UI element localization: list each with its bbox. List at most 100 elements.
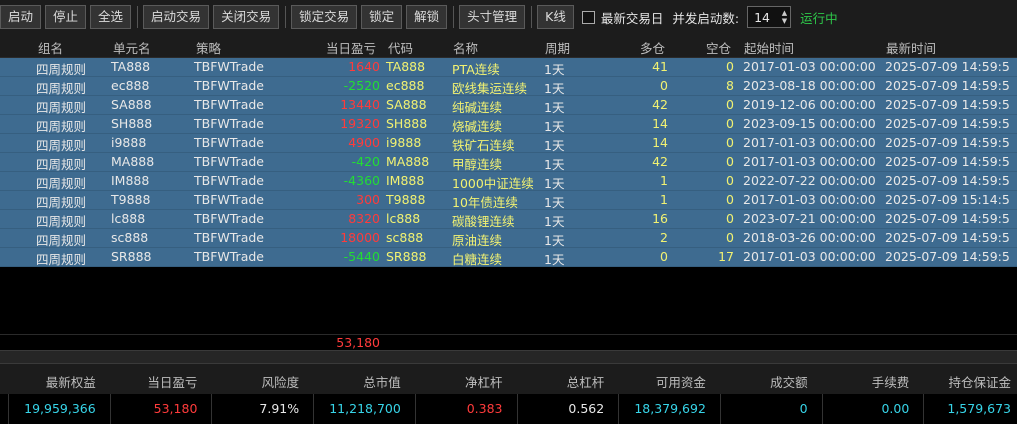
row-pnl: 300 [356,192,380,207]
summary-cell-divider [313,394,315,424]
pane-splitter[interactable] [0,350,1017,364]
row-name: 碳酸锂连续 [452,214,515,229]
row-unit: ec888 [111,78,150,93]
stop-trading-button[interactable]: 关闭交易 [213,5,280,29]
col-unit[interactable]: 单元名 [113,38,151,57]
table-row[interactable]: 四周规则 SA888 TBFWTrade 13440 SA888 纯碱连续 1天 42 0 201… [0,96,1017,115]
row-short: 0 [726,230,734,245]
row-strategy: TBFWTrade [194,173,264,188]
stop-button[interactable]: 停止 [45,5,87,29]
row-short: 0 [726,192,734,207]
row-strategy: TBFWTrade [194,116,264,131]
summary-header: 最新权益 当日盈亏 风险度 总市值 净杠杆 总杠杆 可用资金 成交额 手续费 持仓保证金 [0,364,1017,394]
row-start-time: 2017-01-03 00:00:00 [743,154,876,169]
summary-cell-divider [211,394,213,424]
row-period: 1天 [544,62,565,77]
row-start-time: 2017-01-03 00:00:00 [743,192,876,207]
row-code: SA888 [386,97,427,112]
latest-trade-day-checkbox[interactable] [581,10,595,24]
col-group[interactable]: 组名 [38,38,63,57]
row-last-time: 2025-07-09 14:59:5 [885,135,1010,150]
spin-arrows-icon[interactable]: ▲ ▼ [782,9,787,25]
summary-values: 19,959,366 53,180 7.91% 11,218,700 0.383 0.56… [0,394,1017,424]
run-status: 运行中 [800,10,838,26]
row-pnl: 8320 [348,211,380,226]
row-last-time: 2025-07-09 15:14:5 [885,192,1010,207]
row-group: 四周规则 [36,252,87,267]
row-name: 烧碱连续 [452,119,503,134]
col-strategy[interactable]: 策略 [196,38,221,57]
row-code: SR888 [386,249,427,264]
row-long: 0 [660,78,668,93]
table-row[interactable]: 四周规则 ec888 TBFWTrade -2520 ec888 欧线集运连续 1天 0 8 20… [0,77,1017,96]
row-strategy: TBFWTrade [194,249,264,264]
row-short: 8 [726,78,734,93]
col-long[interactable]: 多仓 [640,38,665,57]
col-pnl[interactable]: 当日盈亏 [326,38,376,57]
row-unit: sc888 [111,230,149,245]
summary-label-net-leverage: 净杠杆 [464,375,503,390]
col-short[interactable]: 空仓 [706,38,731,57]
start-button[interactable]: 启动 [0,5,42,29]
lock-button[interactable]: 锁定 [361,5,403,29]
row-long: 16 [652,211,668,226]
summary-cell-divider [8,394,9,424]
row-name: 10年债连续 [452,195,518,210]
row-start-time: 2019-12-06 00:00:00 [743,97,876,112]
table-row[interactable]: 四周规则 T9888 TBFWTrade 300 T9888 10年债连续 1天 1 0 2017… [0,191,1017,210]
concurrency-spinbox[interactable]: 14 ▲ ▼ [747,6,792,28]
toolbar-separator [137,6,139,28]
summary-cell-divider [618,394,620,424]
row-last-time: 2025-07-09 14:59:5 [885,154,1010,169]
row-period: 1天 [544,214,565,229]
table-row[interactable]: 四周规则 lc888 TBFWTrade 8320 lc888 碳酸锂连续 1天 16 0 202… [0,210,1017,229]
row-code: i9888 [386,135,422,150]
table-row[interactable]: 四周规则 SR888 TBFWTrade -5440 SR888 白糖连续 1天 0 17 201… [0,248,1017,267]
position-management-button[interactable]: 头寸管理 [459,5,526,29]
col-start-time[interactable]: 起始时间 [744,38,794,57]
row-pnl: 18000 [340,230,380,245]
summary-value-margin: 1,579,673 [947,401,1011,416]
table-row[interactable]: 四周规则 IM888 TBFWTrade -4360 IM888 1000中证连续 1天 1 0… [0,172,1017,191]
start-trading-button[interactable]: 启动交易 [143,5,210,29]
row-short: 0 [726,59,734,74]
grid-header: 组名 单元名 策略 当日盈亏 代码 名称 周期 多仓 空仓 起始时间 最新时间 [0,34,1017,58]
summary-label-daily-pnl: 当日盈亏 [147,375,198,390]
unlock-button[interactable]: 解锁 [406,5,448,29]
row-name: 原油连续 [452,233,503,248]
col-name[interactable]: 名称 [453,38,478,57]
row-pnl: -4360 [343,173,380,188]
summary-value-available-funds: 18,379,692 [634,401,706,416]
lock-trading-button[interactable]: 锁定交易 [291,5,358,29]
summary-value-turnover: 0 [799,401,808,416]
row-long: 14 [652,135,668,150]
col-code[interactable]: 代码 [388,38,413,57]
table-row[interactable]: 四周规则 TA888 TBFWTrade 1640 TA888 PTA连续 1天 41 0 201… [0,58,1017,77]
strategy-grid: 组名 单元名 策略 当日盈亏 代码 名称 周期 多仓 空仓 起始时间 最新时间 … [0,34,1017,334]
row-start-time: 2017-01-03 00:00:00 [743,249,876,264]
row-code: MA888 [386,154,430,169]
row-long: 42 [652,154,668,169]
col-last-time[interactable]: 最新时间 [886,38,936,57]
table-row[interactable]: 四周规则 i9888 TBFWTrade 4900 i9888 铁矿石连续 1天 14 0 201… [0,134,1017,153]
select-all-button[interactable]: 全选 [90,5,132,29]
table-row[interactable]: 四周规则 sc888 TBFWTrade 18000 sc888 原油连续 1天 2 0 2018… [0,229,1017,248]
row-group: 四周规则 [36,81,87,96]
table-row[interactable]: 四周规则 SH888 TBFWTrade 19320 SH888 烧碱连续 1天 14 0 202… [0,115,1017,134]
summary-label-available-funds: 可用资金 [655,375,706,390]
row-unit: SH888 [111,116,153,131]
summary-value-total-leverage: 0.562 [568,401,605,416]
table-row[interactable]: 四周规则 MA888 TBFWTrade -420 MA888 甲醇连续 1天 42 0 2017… [0,153,1017,172]
summary-label-latest-equity: 最新权益 [45,375,96,390]
row-code: lc888 [386,211,421,226]
kline-button[interactable]: K线 [537,5,574,29]
row-unit: T9888 [111,192,151,207]
row-name: 纯碱连续 [452,100,503,115]
row-last-time: 2025-07-09 14:59:5 [885,249,1010,264]
row-group: 四周规则 [36,138,87,153]
summary-value-daily-pnl: 53,180 [153,401,198,416]
col-period[interactable]: 周期 [545,38,570,57]
row-strategy: TBFWTrade [194,97,264,112]
row-strategy: TBFWTrade [194,154,264,169]
row-last-time: 2025-07-09 14:59:5 [885,97,1010,112]
